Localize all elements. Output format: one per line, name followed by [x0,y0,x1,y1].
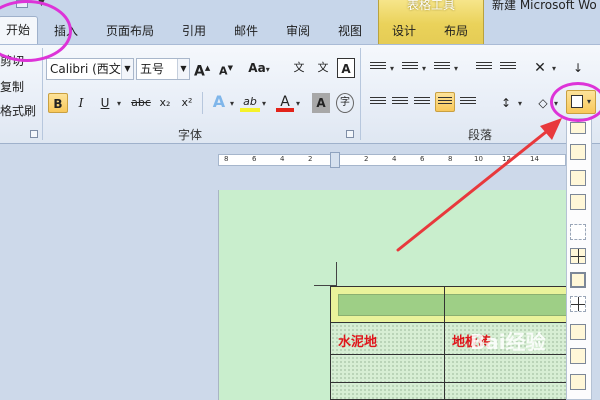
ruler-tick: 4 [392,155,397,163]
font-size-value: 五号 [140,62,165,76]
left-border-icon[interactable] [570,170,586,186]
shrink-font-button[interactable]: A▼ [218,58,234,78]
align-left-icon[interactable] [370,95,386,111]
clear-format-button[interactable]: 文 [288,58,310,78]
sort-icon[interactable]: ↓ [568,58,588,78]
bottom-border-icon[interactable] [570,122,586,134]
format-painter-button[interactable]: 格式刷 [0,102,36,119]
table-row-divider [331,382,568,383]
tab-layout[interactable]: 布局 [442,20,470,44]
tab-references[interactable]: 引用 [180,20,208,44]
table-column-divider [444,287,445,400]
align-right-icon[interactable] [414,95,430,111]
document-title: 新建 Microsoft Wo [492,0,597,12]
ruler-tick: 8 [224,155,229,163]
char-border-button[interactable]: A [337,58,355,78]
grow-font-button[interactable]: A▲ [194,58,210,80]
justify-icon[interactable] [435,92,455,112]
font-family-combo[interactable]: Calibri (西文| ▼ [46,58,134,80]
ruler-tick: 10 [474,155,483,163]
tab-page-layout[interactable]: 页面布局 [104,20,156,44]
ruler-tick: 2 [364,155,369,163]
font-group-label: 字体 [177,128,202,142]
inside-vertical-border-icon[interactable] [570,348,586,364]
grow-font-label: A [194,63,205,80]
text-effects-button[interactable]: A [210,92,228,112]
align-center-icon[interactable] [392,95,408,111]
chevron-down-icon: ▾ [265,65,270,74]
copy-button[interactable]: 复制 [0,78,24,95]
ribbon-separator [360,48,361,140]
paragraph-group-label: 段落 [467,128,492,142]
chevron-down-icon[interactable]: ▾ [230,99,234,108]
chevron-down-icon[interactable]: ▼ [177,59,189,79]
diagonal-border-icon[interactable] [570,374,586,390]
decrease-indent-icon[interactable] [476,60,492,76]
font-color-button[interactable]: A [276,92,294,112]
outside-borders-icon[interactable] [570,272,586,288]
ribbon-separator [42,48,43,140]
top-border-icon[interactable] [570,144,586,160]
line-spacing-icon[interactable]: ↕ [496,93,516,113]
tab-design[interactable]: 设计 [390,20,418,44]
ruler-tick: 14 [530,155,539,163]
chinese-layout-icon[interactable]: ✕ [530,58,550,78]
table-cell[interactable]: 水泥地 [338,331,377,350]
ruler-tick: 6 [420,155,425,163]
watermark: Bai经验 [470,330,546,354]
phonetic-guide-button[interactable]: 文 [312,58,334,78]
right-border-icon[interactable] [570,194,586,210]
no-border-icon[interactable] [570,224,586,240]
inside-borders-icon[interactable] [570,296,586,312]
crop-mark [336,262,337,286]
change-case-label: Aa [248,61,266,75]
chevron-down-icon[interactable]: ▾ [518,99,522,108]
ruler-tick: 12 [502,155,511,163]
chevron-down-icon[interactable]: ▼ [121,59,133,79]
all-borders-icon[interactable] [570,248,586,264]
chevron-down-icon[interactable]: ▾ [296,99,300,108]
superscript-button[interactable]: x² [178,93,196,113]
shrink-font-label: A [219,64,228,78]
italic-button[interactable]: I [72,93,90,113]
change-case-button[interactable]: Aa▾ [246,58,272,78]
font-launcher-icon[interactable] [346,130,354,138]
ribbon-separator [202,92,203,114]
enclose-char-button[interactable]: 字 [336,93,354,113]
clear-format-icon: 文 [293,61,305,74]
tab-mailings[interactable]: 邮件 [232,20,260,44]
ruler-tick: 6 [252,155,257,163]
chevron-down-icon[interactable]: ▾ [390,64,394,73]
distributed-icon[interactable] [460,95,476,111]
indent-marker[interactable] [330,152,340,168]
clipboard-launcher-icon[interactable] [30,130,38,138]
subscript-button[interactable]: x₂ [156,93,174,113]
bold-button[interactable]: B [48,93,68,113]
phonetic-guide-icon: 文 [317,61,329,74]
table-tools-label: 表格工具 [406,0,455,12]
ruler-tick: 8 [448,155,453,163]
inside-horizontal-border-icon[interactable] [570,324,586,340]
bullets-icon[interactable] [370,60,386,76]
font-size-combo[interactable]: 五号 ▼ [136,58,190,80]
increase-indent-icon[interactable] [500,60,516,76]
chevron-down-icon[interactable]: ▾ [262,99,266,108]
annotation-circle [550,82,600,122]
font-family-value: Calibri (西文| [50,62,125,76]
numbering-icon[interactable] [402,60,418,76]
multilevel-list-icon[interactable] [434,60,450,76]
chevron-down-icon[interactable]: ▾ [552,64,556,73]
ruler-tick: 2 [308,155,313,163]
strikethrough-button[interactable]: abc [130,93,152,113]
char-shading-button[interactable]: A [312,93,330,113]
char-border-label: A [341,62,351,76]
ruler-tick: 4 [280,155,285,163]
tab-view[interactable]: 视图 [336,20,364,44]
underline-button[interactable]: U [96,93,114,113]
tab-review[interactable]: 审阅 [284,20,312,44]
highlight-button[interactable]: ab [240,92,260,112]
chevron-down-icon[interactable]: ▾ [454,64,458,73]
chevron-down-icon[interactable]: ▾ [117,99,121,108]
chevron-down-icon[interactable]: ▾ [422,64,426,73]
